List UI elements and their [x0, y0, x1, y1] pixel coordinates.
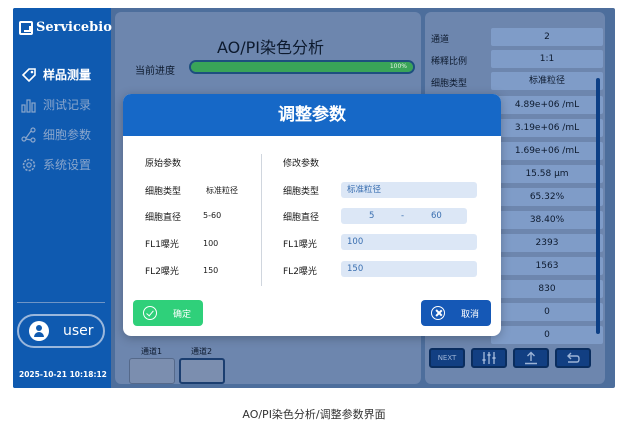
user-button[interactable]: user: [17, 314, 105, 348]
progress-fill: [191, 62, 413, 72]
result-value: 65.32%: [491, 188, 603, 206]
result-value: 3.19e+06 /mL: [491, 119, 603, 137]
original-fl2-value: 150: [203, 266, 219, 275]
cell-type-label: 细胞类型: [283, 187, 320, 197]
diameter-max-input[interactable]: 60: [431, 208, 442, 224]
dialog-title: 调整参数: [123, 94, 501, 136]
sidebar-divider: [17, 302, 105, 303]
original-params-heading: 原始参数: [145, 159, 182, 169]
return-icon: [567, 352, 580, 363]
result-value: 1:1: [491, 50, 603, 68]
original-fl1-value: 100: [203, 239, 219, 248]
result-value: 2393: [491, 234, 603, 252]
result-value: 0: [491, 303, 603, 321]
sidebar: Servicebio 样品测量 测试记录 细胞参数 系统设置 user 2025…: [13, 8, 112, 388]
fl1-label: FL1曝光: [283, 240, 317, 250]
original-diameter-label: 细胞直径: [145, 213, 182, 223]
fl2-exposure-input[interactable]: 150: [341, 261, 477, 277]
gear-icon: [22, 158, 36, 171]
export-button[interactable]: [513, 348, 549, 368]
diameter-label: 细胞直径: [283, 213, 320, 223]
cancel-button[interactable]: 取消: [421, 300, 491, 326]
original-cell-type-label: 细胞类型: [145, 187, 182, 197]
check-circle-icon: [143, 306, 157, 320]
share-icon: [21, 126, 36, 143]
modified-params-heading: 修改参数: [283, 159, 320, 169]
confirm-button[interactable]: 确定: [133, 300, 203, 326]
result-label: 通道: [431, 35, 450, 45]
result-row: 通道 2: [431, 28, 603, 46]
cancel-label: 取消: [461, 309, 480, 320]
results-toolbar: NEXT: [429, 348, 599, 370]
adjust-params-button[interactable]: [471, 348, 507, 368]
result-value: 38.40%: [491, 211, 603, 229]
result-label: 稀释比例: [431, 57, 468, 67]
progress-bar: 100%: [189, 60, 415, 74]
original-fl1-label: FL1曝光: [145, 240, 179, 250]
figure-caption: AO/PI染色分析/调整参数界面: [242, 408, 386, 421]
fl1-exposure-input[interactable]: 100: [341, 234, 477, 250]
sidebar-item-system-settings[interactable]: 系统设置: [21, 156, 91, 173]
channel-1-thumbnail[interactable]: [129, 358, 175, 384]
result-value: 1.69e+06 /mL: [491, 142, 603, 160]
results-scrollbar[interactable]: [596, 78, 600, 334]
result-value: 15.58 μm: [491, 165, 603, 183]
adjust-params-dialog: 调整参数 原始参数 细胞类型 标准粒径 细胞直径 5-60 FL1曝光 100 …: [123, 94, 501, 336]
next-button[interactable]: NEXT: [429, 348, 465, 368]
result-row: 稀释比例 1:1: [431, 50, 603, 68]
avatar: [29, 321, 49, 341]
sidebar-item-label: 系统设置: [43, 158, 92, 172]
brand-name: Servicebio: [36, 20, 112, 35]
channel-1-label: 通道1: [141, 347, 163, 356]
diameter-min-input[interactable]: 5: [369, 208, 374, 224]
sidebar-item-sample-measure[interactable]: 样品测量: [21, 66, 91, 83]
diameter-range-field: 5 - 60: [341, 208, 467, 224]
back-button[interactable]: [555, 348, 591, 368]
result-row: 细胞类型 标准粒径: [431, 72, 603, 90]
upload-icon: [525, 351, 537, 365]
diameter-separator: -: [401, 211, 405, 221]
page-title: AO/PI染色分析: [217, 38, 325, 57]
progress-label: 当前进度: [135, 66, 175, 77]
original-diameter-value: 5-60: [203, 211, 222, 220]
result-value: 830: [491, 280, 603, 298]
bar-chart-icon: [21, 98, 36, 113]
sliders-icon: [482, 352, 496, 364]
original-fl2-label: FL2曝光: [145, 267, 179, 277]
column-divider: [261, 154, 262, 286]
result-value: 4.89e+06 /mL: [491, 96, 603, 114]
channel-2-thumbnail[interactable]: [179, 358, 225, 384]
progress-text: 100%: [389, 63, 407, 70]
logo-icon: [19, 20, 33, 35]
fl2-label: FL2曝光: [283, 267, 317, 277]
sidebar-item-label: 细胞参数: [43, 128, 92, 142]
sidebar-item-label: 测试记录: [43, 98, 92, 112]
result-value: 2: [491, 28, 603, 46]
brand-logo: Servicebio: [19, 20, 112, 35]
sidebar-item-cell-params[interactable]: 细胞参数: [21, 126, 91, 143]
original-cell-type-value: 标准粒径: [206, 186, 238, 195]
sidebar-item-label: 样品测量: [43, 68, 92, 82]
confirm-label: 确定: [173, 309, 192, 320]
result-value: 标准粒径: [491, 72, 603, 90]
sidebar-item-test-records[interactable]: 测试记录: [21, 96, 91, 113]
result-value: 1563: [491, 257, 603, 275]
channel-2-label: 通道2: [191, 347, 213, 356]
tag-icon: [21, 67, 36, 82]
user-name: user: [63, 323, 94, 339]
system-clock: 2025-10-21 10:18:12: [19, 370, 107, 379]
result-label: 细胞类型: [431, 79, 468, 89]
close-circle-icon: [431, 306, 445, 320]
result-value: 0: [491, 326, 603, 344]
cell-type-select[interactable]: 标准粒径: [341, 182, 477, 198]
